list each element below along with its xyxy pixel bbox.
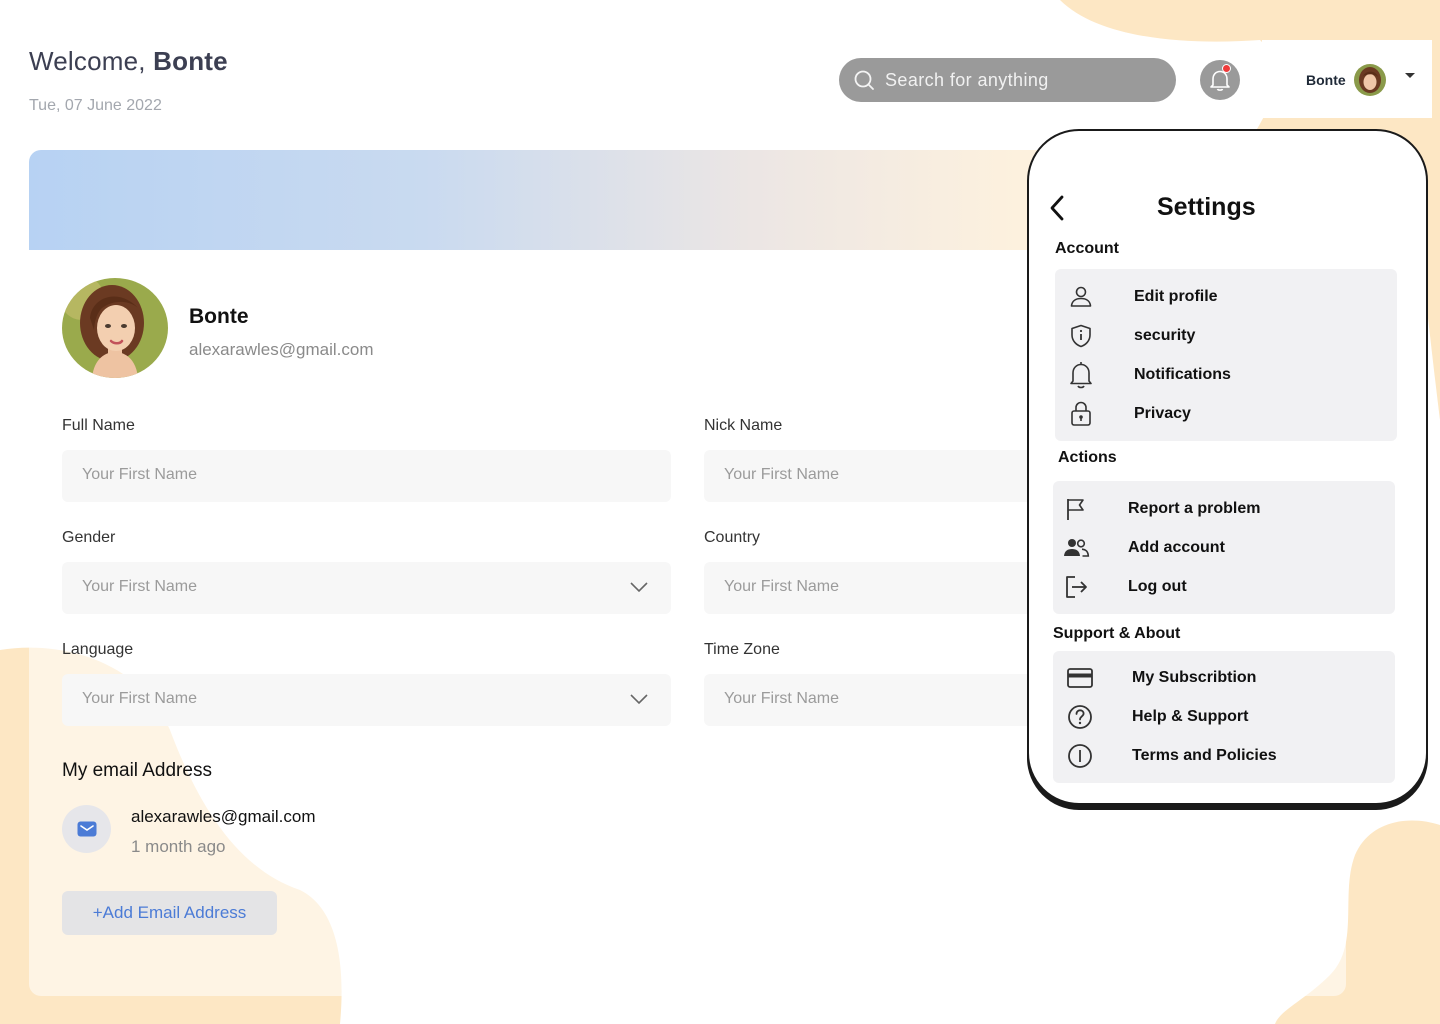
country-label: Country xyxy=(704,529,761,546)
terms-policies-label: Terms and Policies xyxy=(1132,747,1277,764)
email-address: alexarawles@gmail.com xyxy=(131,807,316,826)
edit-profile-label: Edit profile xyxy=(1134,288,1218,305)
full-name-field[interactable]: Your First Name xyxy=(62,450,671,502)
notification-badge xyxy=(1222,64,1231,73)
time-zone-field[interactable]: Your First Name xyxy=(704,674,1034,726)
notifications-button[interactable] xyxy=(1200,60,1240,100)
chevron-down-icon[interactable] xyxy=(1404,72,1416,80)
logout-icon xyxy=(1061,572,1091,602)
profile-email: alexarawles@gmail.com xyxy=(189,340,374,359)
time-zone-placeholder: Your First Name xyxy=(724,690,839,707)
credit-card-icon xyxy=(1065,663,1095,693)
full-name-placeholder: Your First Name xyxy=(82,466,197,483)
current-date: Tue, 07 June 2022 xyxy=(29,97,162,114)
user-name: Bonte xyxy=(1306,72,1346,88)
time-zone-label: Time Zone xyxy=(704,641,780,658)
subscription-label: My Subscribtion xyxy=(1132,669,1257,686)
search-icon xyxy=(854,70,874,90)
profile-avatar xyxy=(62,278,168,378)
language-label: Language xyxy=(62,641,134,658)
privacy-label: Privacy xyxy=(1134,405,1191,422)
mail-icon xyxy=(77,821,96,837)
back-arrow-icon[interactable] xyxy=(1047,194,1067,222)
nick-name-label: Nick Name xyxy=(704,417,783,434)
nick-name-placeholder: Your First Name xyxy=(724,466,839,483)
info-icon xyxy=(1065,741,1095,771)
search-bar[interactable]: Search for anything xyxy=(839,58,1176,102)
country-placeholder: Your First Name xyxy=(724,578,839,595)
avatar[interactable] xyxy=(1354,64,1386,96)
support-section-title: Support & About xyxy=(1053,625,1181,642)
full-name-label: Full Name xyxy=(62,417,135,434)
chevron-down-icon xyxy=(630,694,648,705)
add-email-button[interactable]: +Add Email Address xyxy=(62,891,277,935)
email-avatar xyxy=(62,805,111,853)
lock-icon xyxy=(1066,399,1096,429)
language-select[interactable]: Your First Name xyxy=(62,674,671,726)
gender-label: Gender xyxy=(62,529,116,546)
flag-icon xyxy=(1061,494,1091,524)
help-icon xyxy=(1065,702,1095,732)
notifications-label: Notifications xyxy=(1134,366,1231,383)
shield-icon xyxy=(1066,321,1096,351)
gender-select[interactable]: Your First Name xyxy=(62,562,671,614)
log-out-label: Log out xyxy=(1128,578,1187,595)
help-support-label: Help & Support xyxy=(1132,708,1249,725)
account-section-title: Account xyxy=(1055,240,1119,257)
add-account-label: Add account xyxy=(1128,539,1225,556)
welcome-heading: Welcome, Bonte xyxy=(29,46,228,76)
account-group xyxy=(1055,269,1397,441)
country-field[interactable]: Your First Name xyxy=(704,562,1034,614)
security-label: security xyxy=(1134,327,1196,344)
gender-placeholder: Your First Name xyxy=(82,578,197,595)
actions-section-title: Actions xyxy=(1058,449,1117,466)
users-icon xyxy=(1061,533,1091,563)
language-placeholder: Your First Name xyxy=(82,690,197,707)
profile-name: Bonte xyxy=(189,305,249,328)
chevron-down-icon xyxy=(630,582,648,593)
email-section-title: My email Address xyxy=(62,760,212,781)
nick-name-field[interactable]: Your First Name xyxy=(704,450,1034,502)
settings-title: Settings xyxy=(1157,193,1256,221)
report-problem-label: Report a problem xyxy=(1128,500,1261,517)
bell-icon xyxy=(1066,360,1096,390)
user-icon xyxy=(1066,282,1096,312)
search-input[interactable]: Search for anything xyxy=(885,70,1049,91)
email-added-time: 1 month ago xyxy=(131,837,226,856)
